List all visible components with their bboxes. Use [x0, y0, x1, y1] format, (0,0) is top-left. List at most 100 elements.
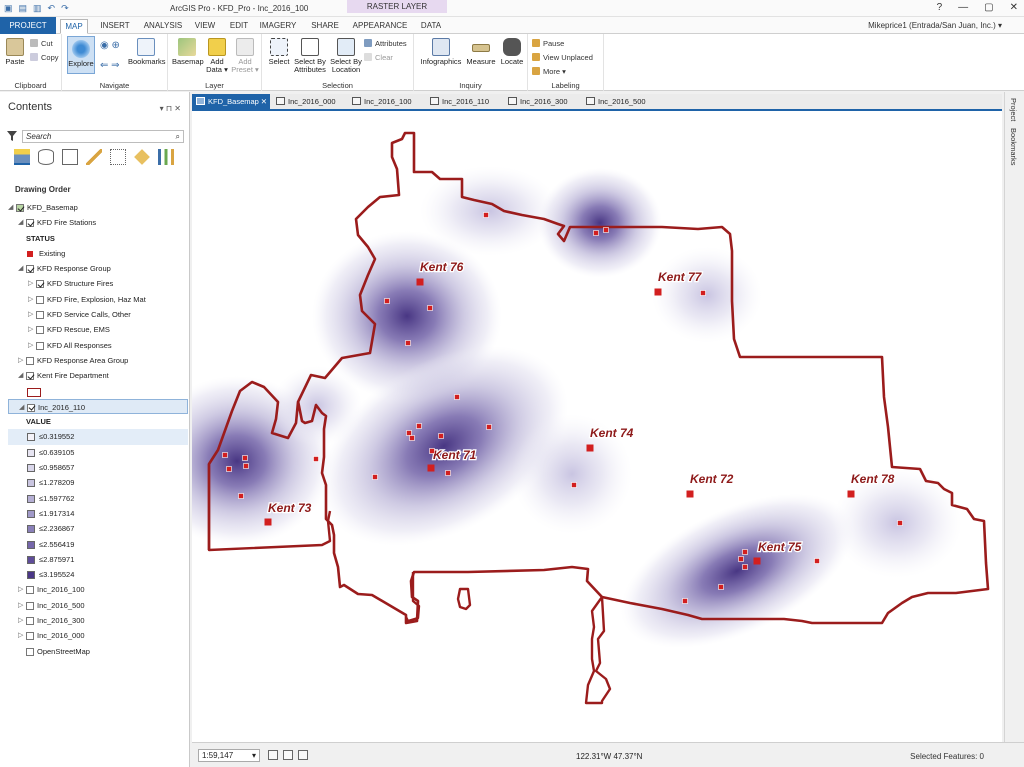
incident-point[interactable] — [445, 470, 451, 476]
tab-insert[interactable]: INSERT — [96, 19, 134, 34]
map-view[interactable]: Kent 76 Kent 77 Kent 74 Kent 71 Kent 72 Kent … — [192, 111, 1002, 742]
layer-item[interactable]: ▷ KFD Response Area Group — [8, 353, 188, 368]
previous-next-extent-icons[interactable]: ⇐ ⇒ — [100, 60, 120, 71]
maximize-button[interactable]: ▢ — [984, 2, 993, 13]
fire-station-marker[interactable] — [586, 444, 594, 452]
incident-point[interactable] — [243, 463, 249, 469]
layer-visibility-checkbox[interactable] — [26, 617, 34, 626]
layer-item[interactable]: ▷ KFD Fire, Explosion, Haz Mat — [8, 292, 188, 307]
incident-point[interactable] — [416, 423, 422, 429]
basemap-button[interactable]: Basemap — [172, 38, 204, 66]
fire-station-marker[interactable] — [654, 288, 662, 296]
layer-visibility-checkbox[interactable] — [26, 265, 34, 274]
layer-visibility-checkbox[interactable] — [27, 403, 35, 412]
map-tab-inc-2016-100[interactable]: Inc_2016_100 — [352, 94, 412, 109]
tab-analysis[interactable]: ANALYSIS — [140, 19, 186, 34]
list-by-drawing-order-icon[interactable] — [14, 149, 30, 165]
list-by-source-icon[interactable] — [38, 149, 54, 165]
tab-edit[interactable]: EDIT — [226, 19, 252, 34]
user-account[interactable]: Mikeprice1 (Entrada/San Juan, Inc.) ▾ — [868, 21, 1002, 30]
expand-arrow-icon[interactable]: ▷ — [28, 276, 33, 291]
layer-visibility-checkbox[interactable] — [26, 601, 34, 610]
layer-visibility-checkbox[interactable] — [36, 326, 44, 335]
list-by-charts-icon[interactable] — [158, 149, 174, 165]
explore-button[interactable]: Explore — [67, 36, 95, 74]
layer-visibility-checkbox[interactable] — [36, 341, 44, 350]
layer-item[interactable]: ▷ KFD All Responses — [8, 338, 188, 353]
attributes-button[interactable]: Attributes — [364, 39, 407, 48]
incident-point[interactable] — [682, 598, 688, 604]
fire-station-marker[interactable] — [264, 518, 272, 526]
map-tab-inc-2016-110[interactable]: Inc_2016_110 — [430, 94, 489, 109]
layer-item[interactable]: OpenStreetMap — [8, 644, 188, 659]
incident-point[interactable] — [384, 298, 390, 304]
open-project-icon[interactable]: ▤ — [19, 3, 28, 14]
map-tab-inc-2016-500[interactable]: Inc_2016_500 — [586, 94, 646, 109]
close-button[interactable]: ✕ — [1010, 2, 1018, 13]
paste-button[interactable]: Paste — [4, 38, 26, 66]
collapse-arrow-icon[interactable]: ◢ — [19, 400, 24, 415]
pause-labeling-button[interactable]: Pause — [532, 39, 564, 48]
incident-point[interactable] — [427, 305, 433, 311]
grid-icon[interactable] — [283, 750, 293, 760]
tab-view[interactable]: VIEW — [192, 19, 218, 34]
expand-arrow-icon[interactable]: ▷ — [18, 582, 23, 597]
help-button[interactable]: ? — [937, 2, 943, 13]
map-tab-kfd-basemap[interactable]: KFD_Basemap ✕ — [192, 94, 270, 109]
search-input[interactable]: Search ⌕ — [22, 130, 184, 143]
incident-point[interactable] — [409, 435, 415, 441]
incident-point[interactable] — [814, 558, 820, 564]
tab-appearance[interactable]: APPEARANCE — [350, 19, 410, 34]
incident-point[interactable] — [486, 424, 492, 430]
incident-point[interactable] — [238, 493, 244, 499]
cut-button[interactable]: Cut — [30, 39, 53, 48]
pane-controls[interactable]: ▾ ⊓ ✕ — [160, 104, 181, 113]
incident-point[interactable] — [700, 290, 706, 296]
select-by-location-button[interactable]: Select By Location — [328, 38, 364, 74]
save-icon[interactable]: ▥ — [33, 3, 42, 14]
layer-visibility-checkbox[interactable] — [26, 586, 34, 595]
layer-visibility-checkbox[interactable] — [26, 356, 34, 365]
add-feature-icon[interactable] — [268, 750, 278, 760]
collapse-arrow-icon[interactable]: ◢ — [8, 200, 13, 215]
incident-point[interactable] — [222, 452, 228, 458]
collapse-arrow-icon[interactable]: ◢ — [18, 261, 23, 276]
clear-button[interactable]: Clear — [364, 53, 393, 62]
tab-map[interactable]: MAP — [60, 19, 88, 34]
layer-item[interactable]: ◢ Inc_2016_110 — [8, 398, 188, 415]
incident-point[interactable] — [742, 564, 748, 570]
incident-point[interactable] — [313, 456, 319, 462]
list-by-editing-icon[interactable] — [86, 149, 102, 165]
incident-point[interactable] — [372, 474, 378, 480]
incident-point[interactable] — [454, 394, 460, 400]
fire-station-marker[interactable] — [427, 464, 435, 472]
expand-arrow-icon[interactable]: ▷ — [18, 613, 23, 628]
layer-visibility-checkbox[interactable] — [36, 280, 44, 289]
incident-point[interactable] — [603, 227, 609, 233]
layer-item[interactable]: ▷ Inc_2016_100 — [8, 582, 188, 597]
project-pane-tab[interactable]: Project — [1009, 98, 1018, 121]
expand-arrow-icon[interactable]: ▷ — [28, 322, 33, 337]
expand-arrow-icon[interactable]: ▷ — [18, 353, 23, 368]
fire-station-marker[interactable] — [753, 557, 761, 565]
expand-arrow-icon[interactable]: ▷ — [28, 292, 33, 307]
close-tab-icon[interactable]: ✕ — [261, 94, 267, 109]
layer-visibility-checkbox[interactable] — [36, 311, 44, 320]
incident-point[interactable] — [718, 584, 724, 590]
layer-item[interactable]: ▷ KFD Rescue, EMS — [8, 322, 188, 337]
incident-point[interactable] — [483, 212, 489, 218]
tab-data[interactable]: DATA — [416, 19, 446, 34]
new-project-icon[interactable]: ▣ — [4, 3, 13, 14]
layer-item[interactable]: ▷ Inc_2016_300 — [8, 613, 188, 628]
add-data-button[interactable]: Add Data ▾ — [204, 38, 230, 74]
bookmarks-pane-tab[interactable]: Bookmarks — [1009, 128, 1018, 166]
zoom-extent-icons[interactable]: ◉ ⊕ — [100, 40, 120, 51]
list-by-snapping-icon[interactable] — [110, 149, 126, 165]
scale-selector[interactable]: 1:59,147 ▾ — [198, 749, 260, 762]
select-by-attributes-button[interactable]: Select By Attributes — [292, 38, 328, 74]
layer-item[interactable]: ▷ KFD Structure Fires — [8, 276, 188, 291]
map-tab-inc-2016-300[interactable]: Inc_2016_300 — [508, 94, 568, 109]
filter-icon[interactable] — [7, 131, 17, 141]
incident-point[interactable] — [438, 433, 444, 439]
tab-project[interactable]: PROJECT — [0, 17, 56, 34]
